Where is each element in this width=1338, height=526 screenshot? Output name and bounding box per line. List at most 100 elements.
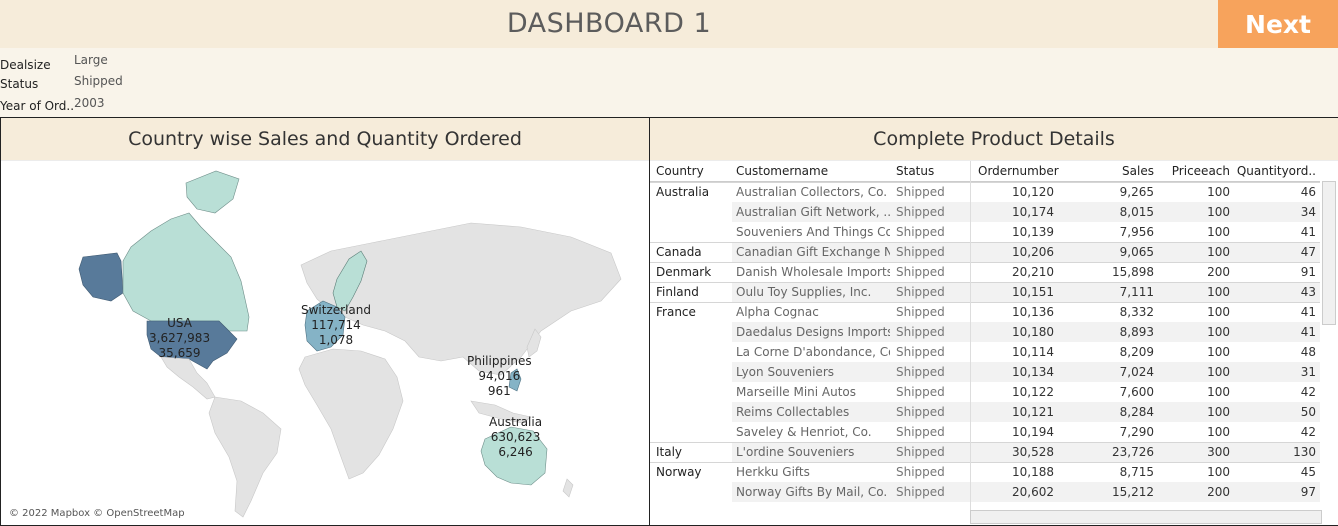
table-row[interactable]: Finland Oulu Toy Supplies, Inc. Shipped 10,… xyxy=(650,282,1320,302)
table-row[interactable]: Norway Gifts By Mail, Co. Shipped 20,602 15… xyxy=(650,482,1320,502)
cell-sales: 7,111 xyxy=(1119,285,1154,299)
table-row[interactable]: Italy L'ordine Souveniers Shipped 30,528 23,… xyxy=(650,442,1320,462)
cell-customername: Danish Wholesale Imports xyxy=(736,265,890,279)
table-row[interactable]: France Alpha Cognac Shipped 10,136 8,332 100 4… xyxy=(650,302,1320,322)
horizontal-scrollbar[interactable] xyxy=(970,510,1322,524)
cell-status: Shipped xyxy=(896,485,945,499)
cell-status: Shipped xyxy=(896,245,945,259)
cell-ordernumber: 30,528 xyxy=(1012,445,1054,459)
filter-label: Dealsize xyxy=(0,58,51,72)
cell-customername: Marseille Mini Autos xyxy=(736,385,857,399)
table-row[interactable]: La Corne D'abondance, Co. Shipped 10,114 8,… xyxy=(650,342,1320,362)
table-row[interactable]: Norway Herkku Gifts Shipped 10,188 8,715 100 4… xyxy=(650,462,1320,482)
map-label-country: Philippines xyxy=(467,354,532,368)
cell-customername: Herkku Gifts xyxy=(736,465,810,479)
cell-ordernumber: 10,122 xyxy=(1012,385,1054,399)
cell-status: Shipped xyxy=(896,205,945,219)
cell-sales: 8,209 xyxy=(1119,345,1154,359)
alaska-shape xyxy=(78,252,124,302)
map-label-australia: Australia 630,623 6,246 xyxy=(489,415,542,460)
column-header-status[interactable]: Status xyxy=(896,164,934,178)
table-row[interactable]: Souveniers And Things Co. Shipped 10,139 7,… xyxy=(650,222,1320,242)
south-america-shape xyxy=(208,396,282,518)
column-header-ordernumber[interactable]: Ordernumber xyxy=(978,164,1059,178)
cell-customername: Souveniers And Things Co. xyxy=(736,225,890,239)
group-separator xyxy=(650,462,1320,463)
vertical-scrollbar[interactable] xyxy=(1322,181,1336,325)
column-header-customername[interactable]: Customername xyxy=(736,164,828,178)
cell-priceeach: 100 xyxy=(1207,425,1230,439)
map-panel: Country wise Sales and Quantity Ordered xyxy=(0,117,650,526)
group-separator xyxy=(650,282,1320,283)
cell-status: Shipped xyxy=(896,265,945,279)
cell-status: Shipped xyxy=(896,445,945,459)
cell-country: Denmark xyxy=(656,265,712,279)
cell-sales: 7,956 xyxy=(1119,225,1154,239)
column-header-country[interactable]: Country xyxy=(656,164,704,178)
cell-sales: 8,715 xyxy=(1119,465,1154,479)
cell-ordernumber: 10,134 xyxy=(1012,365,1054,379)
table-row[interactable]: Saveley & Henriot, Co. Shipped 10,194 7,290… xyxy=(650,422,1320,442)
column-header-sales[interactable]: Sales xyxy=(1054,164,1154,178)
filter-value: Shipped xyxy=(74,74,123,88)
table-row[interactable]: Denmark Danish Wholesale Imports Shipped 20… xyxy=(650,262,1320,282)
cell-sales: 8,015 xyxy=(1119,205,1154,219)
cell-sales: 7,024 xyxy=(1119,365,1154,379)
cell-ordernumber: 10,180 xyxy=(1012,325,1054,339)
cell-quantityordered: 34 xyxy=(1300,205,1316,219)
greenland-shape xyxy=(185,170,240,214)
cell-customername: Australian Gift Network, .. xyxy=(736,205,890,219)
column-header-priceeach[interactable]: Priceeach xyxy=(1154,164,1230,178)
cell-ordernumber: 10,139 xyxy=(1012,225,1054,239)
cell-priceeach: 100 xyxy=(1207,385,1230,399)
cell-quantityordered: 42 xyxy=(1300,425,1316,439)
table-row[interactable]: Reims Collectables Shipped 10,121 8,284 100 5… xyxy=(650,402,1320,422)
cell-ordernumber: 10,194 xyxy=(1012,425,1054,439)
cell-customername: Daedalus Designs Imports xyxy=(736,325,890,339)
cell-sales: 8,284 xyxy=(1119,405,1154,419)
cell-status: Shipped xyxy=(896,365,945,379)
map-label-sales: 94,016 xyxy=(478,369,521,383)
cell-sales: 15,212 xyxy=(1112,485,1154,499)
cell-quantityordered: 97 xyxy=(1300,485,1316,499)
group-separator xyxy=(650,442,1320,443)
map-copyright[interactable]: © 2022 Mapbox © OpenStreetMap xyxy=(9,508,185,519)
new-zealand-shape xyxy=(562,478,574,498)
table-row[interactable]: Australian Gift Network, .. Shipped 10,174… xyxy=(650,202,1320,222)
table-row[interactable]: Lyon Souveniers Shipped 10,134 7,024 100 31 xyxy=(650,362,1320,382)
table-row[interactable]: Canada Canadian Gift Exchange N.. Shipped 1… xyxy=(650,242,1320,262)
map-label-country: USA xyxy=(167,316,192,330)
cell-status: Shipped xyxy=(896,465,945,479)
cell-customername: Lyon Souveniers xyxy=(736,365,835,379)
cell-country: Canada xyxy=(656,245,702,259)
filter-value: Large xyxy=(74,53,108,67)
map-label-qty: 961 xyxy=(487,384,511,398)
cell-ordernumber: 10,120 xyxy=(1012,185,1054,199)
map-label-qty: 35,659 xyxy=(158,346,201,360)
table-body: Australia Australian Collectors, Co. Shipp… xyxy=(650,182,1320,512)
world-map[interactable]: USA 3,627,983 35,659 Switzerland 117,714… xyxy=(1,161,649,525)
cell-ordernumber: 10,114 xyxy=(1012,345,1054,359)
cell-status: Shipped xyxy=(896,325,945,339)
cell-quantityordered: 43 xyxy=(1300,285,1316,299)
cell-priceeach: 100 xyxy=(1207,405,1230,419)
cell-country: Finland xyxy=(656,285,699,299)
table-row[interactable]: Australia Australian Collectors, Co. Shipp… xyxy=(650,182,1320,202)
cell-country: Norway xyxy=(656,465,702,479)
map-label-sales: 117,714 xyxy=(311,318,361,332)
cell-priceeach: 100 xyxy=(1207,225,1230,239)
cell-ordernumber: 10,206 xyxy=(1012,245,1054,259)
cell-priceeach: 200 xyxy=(1207,265,1230,279)
cell-ordernumber: 10,136 xyxy=(1012,305,1054,319)
table-row[interactable]: Marseille Mini Autos Shipped 10,122 7,600 10… xyxy=(650,382,1320,402)
group-separator xyxy=(650,182,1320,183)
africa-shape xyxy=(298,348,404,480)
next-button[interactable]: Next xyxy=(1218,0,1338,48)
cell-ordernumber: 10,151 xyxy=(1012,285,1054,299)
cell-customername: La Corne D'abondance, Co. xyxy=(736,345,890,359)
column-header-quantityordered[interactable]: Quantityord.. xyxy=(1230,164,1316,178)
cell-priceeach: 100 xyxy=(1207,205,1230,219)
table-row[interactable]: Daedalus Designs Imports Shipped 10,180 8,8… xyxy=(650,322,1320,342)
map-label-sales: 630,623 xyxy=(490,430,541,444)
cell-priceeach: 100 xyxy=(1207,465,1230,479)
